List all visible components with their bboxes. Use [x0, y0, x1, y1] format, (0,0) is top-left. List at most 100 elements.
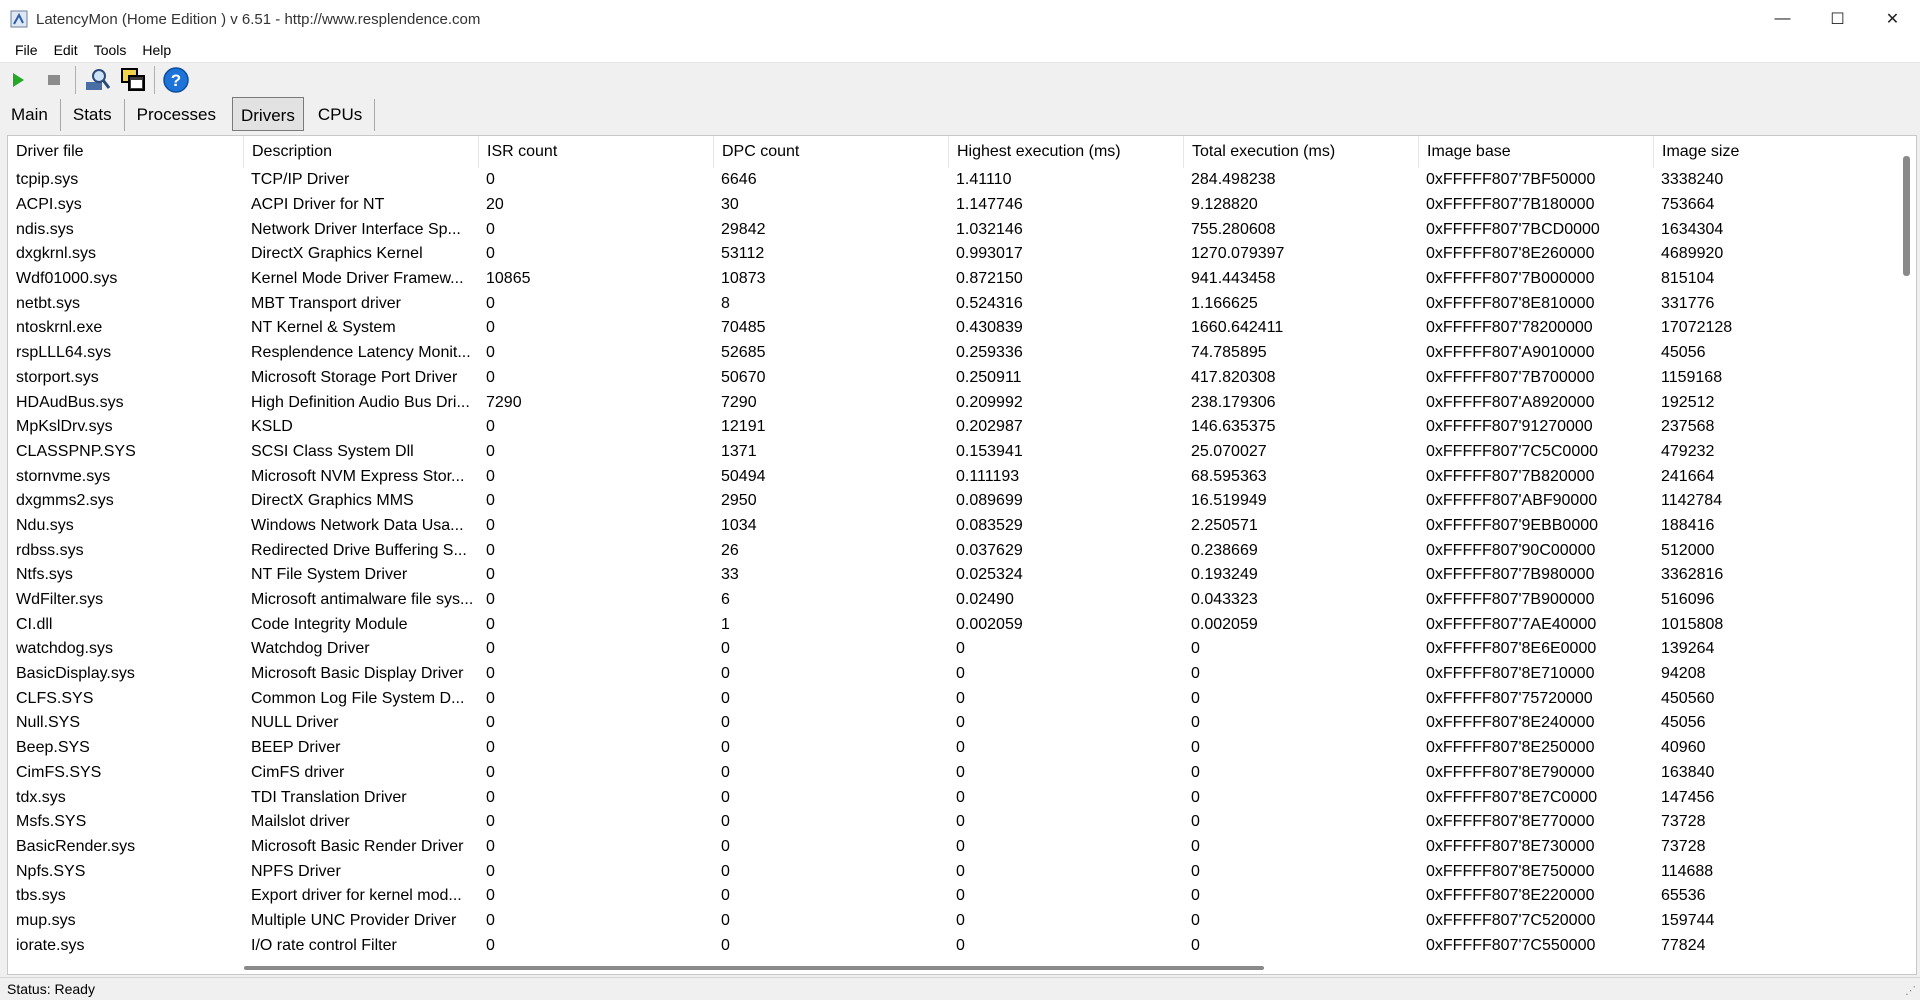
table-cell: 52685 [721, 344, 766, 362]
table-row[interactable]: CimFS.SYS CimFS driver 0 0 0 0 0xFFFFF807'8E79… [8, 761, 1916, 786]
table-cell: MBT Transport driver [251, 294, 401, 312]
table-cell: iorate.sys [16, 936, 85, 954]
table-cell: Microsoft Basic Display Driver [251, 665, 464, 683]
table-cell: 1.032146 [956, 220, 1023, 238]
tab-drivers[interactable]: Drivers [231, 97, 304, 131]
table-row[interactable]: CLASSPNP.SYS SCSI Class System Dll 0 1371 0.… [8, 440, 1916, 465]
window-title: LatencyMon (Home Edition ) v 6.51 - http… [36, 10, 481, 28]
table-cell: 417.820308 [1191, 368, 1276, 386]
table-row[interactable]: dxgmms2.sys DirectX Graphics MMS 0 2950 0.08… [8, 489, 1916, 514]
column-header-isr-count[interactable]: ISR count [478, 136, 713, 168]
table-cell: SCSI Class System Dll [251, 442, 414, 460]
table-row[interactable]: CLFS.SYS Common Log File System D... 0 0 0 0 0… [8, 686, 1916, 711]
table-cell: 0 [486, 220, 495, 238]
table-row[interactable]: iorate.sys I/O rate control Filter 0 0 0 0 0xF… [8, 933, 1916, 958]
column-header-image-size[interactable]: Image size [1653, 136, 1888, 168]
table-row[interactable]: netbt.sys MBT Transport driver 0 8 0.524316 1… [8, 291, 1916, 316]
table-row[interactable]: tcpip.sys TCP/IP Driver 0 6646 1.41110 284.49… [8, 168, 1916, 193]
table-row[interactable]: Npfs.SYS NPFS Driver 0 0 0 0 0xFFFFF807'8E7500… [8, 859, 1916, 884]
table-cell: DirectX Graphics MMS [251, 492, 414, 510]
table-row[interactable]: HDAudBus.sys High Definition Audio Bus Dr… [8, 390, 1916, 415]
table-cell: 1.41110 [956, 171, 1012, 189]
start-button[interactable] [0, 64, 36, 96]
table-row[interactable]: CI.dll Code Integrity Module 0 1 0.002059 0.0… [8, 612, 1916, 637]
column-header-total-execution[interactable]: Total execution (ms) [1183, 136, 1418, 168]
table-body: tcpip.sys TCP/IP Driver 0 6646 1.41110 284.49… [8, 168, 1916, 958]
table-row[interactable]: ntoskrnl.exe NT Kernel & System 0 70485 0.43… [8, 316, 1916, 341]
table-row[interactable]: dxgkrnl.sys DirectX Graphics Kernel 0 53112… [8, 242, 1916, 267]
column-header-image-base[interactable]: Image base [1418, 136, 1653, 168]
tab-stats[interactable]: Stats [61, 99, 125, 131]
table-row[interactable]: rdbss.sys Redirected Drive Buffering S...… [8, 538, 1916, 563]
table-row[interactable]: rspLLL64.sys Resplendence Latency Monit..… [8, 341, 1916, 366]
table-cell: rspLLL64.sys [16, 344, 112, 362]
table-row[interactable]: WdFilter.sys Microsoft antimalware file s… [8, 588, 1916, 613]
table-cell: Ntfs.sys [16, 566, 73, 584]
table-cell: 0 [721, 763, 730, 781]
close-button[interactable]: ✕ [1865, 0, 1920, 38]
svg-text:?: ? [171, 71, 181, 90]
table-row[interactable]: Ntfs.sys NT File System Driver 0 33 0.025324… [8, 563, 1916, 588]
analyze-button[interactable] [79, 64, 115, 96]
minimize-button[interactable]: — [1755, 0, 1810, 38]
column-header-highest-execution[interactable]: Highest execution (ms) [948, 136, 1183, 168]
table-row[interactable]: tbs.sys Export driver for kernel mod... 0 0… [8, 884, 1916, 909]
tab-cpus[interactable]: CPUs [306, 99, 376, 131]
table-cell: 6646 [721, 171, 757, 189]
vertical-scrollbar[interactable] [1903, 156, 1910, 276]
table-cell: 45056 [1661, 714, 1706, 732]
table-cell: 0.037629 [956, 541, 1023, 559]
tab-processes[interactable]: Processes [125, 99, 228, 131]
table-row[interactable]: MpKslDrv.sys KSLD 0 12191 0.202987 146.635375… [8, 415, 1916, 440]
table-cell: Redirected Drive Buffering S... [251, 541, 467, 559]
table-cell: 0 [1191, 665, 1200, 683]
table-cell: 0.872150 [956, 270, 1023, 288]
table-cell: 241664 [1661, 467, 1715, 485]
table-cell: NULL Driver [251, 714, 339, 732]
table-cell: 0 [721, 813, 730, 831]
table-cell: 0xFFFFF807'7C520000 [1426, 911, 1596, 929]
table-cell: dxgmms2.sys [16, 492, 114, 510]
table-cell: 0xFFFFF807'8E790000 [1426, 763, 1595, 781]
menu-edit[interactable]: Edit [45, 42, 85, 58]
column-header-dpc-count[interactable]: DPC count [713, 136, 948, 168]
table-cell: 815104 [1661, 270, 1715, 288]
table-row[interactable]: Ndu.sys Windows Network Data Usa... 0 1034 0… [8, 514, 1916, 539]
table-row[interactable]: ndis.sys Network Driver Interface Sp... 0 2… [8, 217, 1916, 242]
table-cell: 0xFFFFF807'9EBB0000 [1426, 516, 1599, 534]
table-row[interactable]: Msfs.SYS Mailslot driver 0 0 0 0 0xFFFFF807'8E… [8, 810, 1916, 835]
table-row[interactable]: mup.sys Multiple UNC Provider Driver 0 0 0 0 0… [8, 909, 1916, 934]
column-header-description[interactable]: Description [243, 136, 478, 168]
resize-grip-icon[interactable]: ⋰ [1905, 984, 1916, 997]
menu-tools[interactable]: Tools [85, 42, 134, 58]
windows-button[interactable] [115, 64, 151, 96]
table-row[interactable]: watchdog.sys Watchdog Driver 0 0 0 0 0xFFFFF80… [8, 637, 1916, 662]
table-cell: 1 [721, 615, 730, 633]
help-button[interactable]: ? [158, 64, 194, 96]
maximize-button[interactable]: ☐ [1810, 0, 1865, 38]
table-row[interactable]: stornvme.sys Microsoft NVM Express Stor..… [8, 464, 1916, 489]
table-row[interactable]: tdx.sys TDI Translation Driver 0 0 0 0 0xFFFFF… [8, 785, 1916, 810]
menu-file[interactable]: File [6, 42, 45, 58]
table-cell: 0.250911 [956, 368, 1022, 386]
tab-label: Drivers [240, 106, 295, 125]
table-cell: 0.025324 [956, 566, 1023, 584]
table-cell: 0xFFFFF807'8E250000 [1426, 739, 1595, 757]
table-row[interactable]: storport.sys Microsoft Storage Port Drive… [8, 366, 1916, 391]
table-row[interactable]: Null.SYS NULL Driver 0 0 0 0 0xFFFFF807'8E2400… [8, 711, 1916, 736]
column-header-driver-file[interactable]: Driver file [8, 136, 243, 168]
tab-main[interactable]: Main [0, 99, 61, 131]
table-row[interactable]: Beep.SYS BEEP Driver 0 0 0 0 0xFFFFF807'8E2500… [8, 736, 1916, 761]
table-cell: 40960 [1661, 739, 1706, 757]
table-cell: 1159168 [1661, 368, 1723, 386]
table-row[interactable]: BasicRender.sys Microsoft Basic Render Dr… [8, 835, 1916, 860]
menu-help[interactable]: Help [133, 42, 178, 58]
horizontal-scrollbar[interactable] [244, 966, 1264, 970]
table-cell: 0xFFFFF807'90C00000 [1426, 541, 1596, 559]
stop-button[interactable] [36, 64, 72, 96]
table-cell: 0xFFFFF807'7B900000 [1426, 591, 1595, 609]
table-row[interactable]: Wdf01000.sys Kernel Mode Driver Framew...… [8, 267, 1916, 292]
table-row[interactable]: ACPI.sys ACPI Driver for NT 20 30 1.147746 9.… [8, 193, 1916, 218]
table-row[interactable]: BasicDisplay.sys Microsoft Basic Display … [8, 662, 1916, 687]
table-cell: storport.sys [16, 368, 99, 386]
